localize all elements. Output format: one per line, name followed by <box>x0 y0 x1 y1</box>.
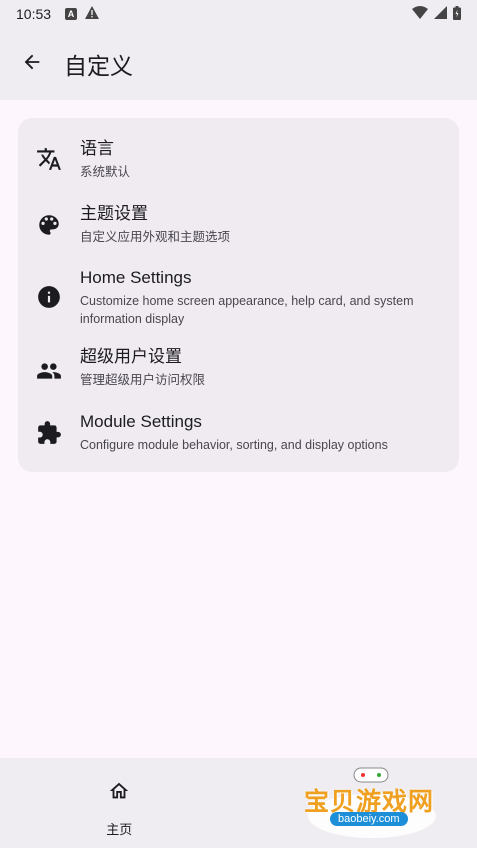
wifi-icon <box>412 6 428 22</box>
setting-subtitle: 自定义应用外观和主题选项 <box>80 230 231 244</box>
setting-subtitle: Customize home screen appearance, help c… <box>80 294 414 326</box>
status-time: 10:53 <box>16 6 52 22</box>
setting-title: Home Settings <box>80 268 192 287</box>
nav-item-home[interactable]: 主页 <box>0 758 239 848</box>
setting-superuser[interactable]: 超级用户设置 管理超级用户访问权限 <box>18 344 459 406</box>
nav-label: 主页 <box>106 822 133 837</box>
bottom-navigation: 主页 <box>0 758 477 848</box>
setting-title: Module Settings <box>80 412 202 431</box>
palette-icon <box>36 212 62 238</box>
back-button[interactable] <box>12 44 52 84</box>
translate-icon <box>36 146 62 172</box>
setting-language[interactable]: 语言 系统默认 <box>18 130 459 192</box>
battery-icon <box>453 5 461 23</box>
signal-icon <box>434 6 447 22</box>
status-bar: 10:53 A <box>0 0 477 28</box>
home-icon <box>107 780 131 807</box>
setting-subtitle: 管理超级用户访问权限 <box>80 373 206 387</box>
arrow-back-icon <box>21 51 43 78</box>
setting-module[interactable]: Module Settings Configure module behavio… <box>18 408 459 466</box>
settings-card: 语言 系统默认 主题设置 自定义应用外观和主题选项 Home Settings … <box>18 118 459 472</box>
setting-theme[interactable]: 主题设置 自定义应用外观和主题选项 <box>18 196 459 258</box>
top-app-bar: 自定义 <box>0 28 477 100</box>
page-title: 自定义 <box>64 53 133 79</box>
warning-icon <box>85 6 100 22</box>
info-icon <box>36 284 62 310</box>
people-icon <box>36 358 62 384</box>
notification-a-icon: A <box>65 8 78 20</box>
setting-title: 语言 <box>80 139 114 158</box>
setting-home[interactable]: Home Settings Customize home screen appe… <box>18 262 459 342</box>
nav-item-settings[interactable] <box>239 758 477 848</box>
extension-icon <box>36 420 62 446</box>
setting-subtitle: Configure module behavior, sorting, and … <box>80 438 388 452</box>
setting-title: 超级用户设置 <box>80 347 182 366</box>
setting-subtitle: 系统默认 <box>80 165 131 179</box>
setting-title: 主题设置 <box>80 204 148 223</box>
